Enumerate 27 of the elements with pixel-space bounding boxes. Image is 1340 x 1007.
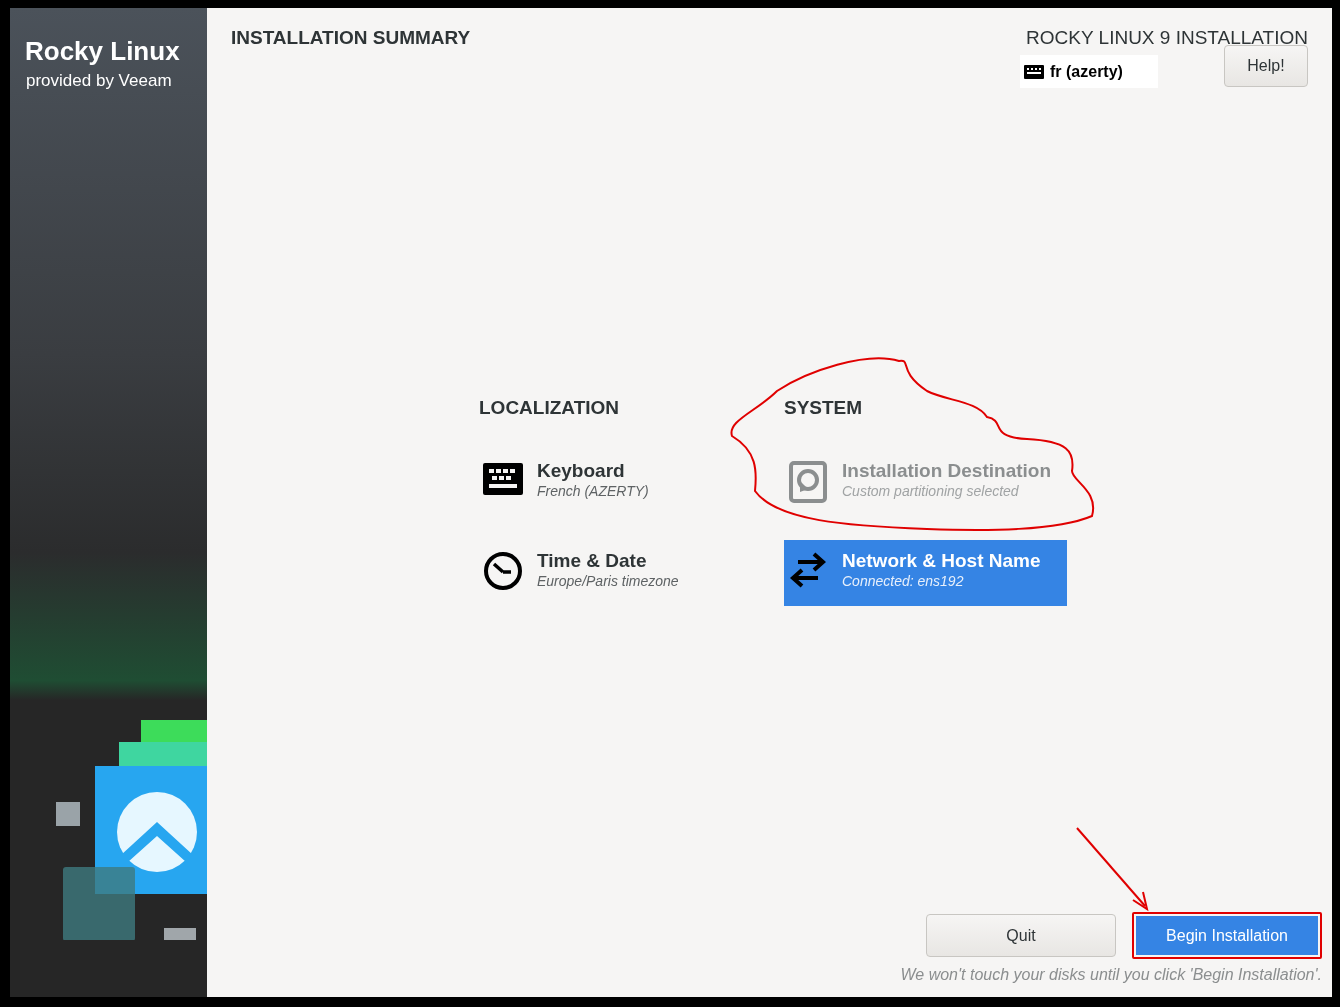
summary-spoke[interactable]: Network & Host Name Connected: ens192	[784, 540, 1067, 606]
keyboard-layout-label: fr (azerty)	[1050, 61, 1123, 82]
spoke-status: Europe/Paris timezone	[537, 572, 679, 591]
network-arrows-icon	[788, 551, 828, 589]
keyboard-icon	[1024, 63, 1044, 80]
clock-icon	[483, 551, 523, 591]
spoke-title: Network & Host Name	[842, 549, 1041, 573]
spoke-title: Keyboard	[537, 459, 626, 483]
spoke-status: Connected: ens192	[842, 572, 965, 591]
brand-subtitle: provided by Veeam	[26, 72, 172, 89]
summary-spoke[interactable]: Time & Date Europe/Paris timezone	[479, 540, 762, 606]
spoke-status: Custom partitioning selected	[842, 482, 1020, 501]
page-title: INSTALLATION SUMMARY	[231, 28, 471, 50]
keyboard-icon	[483, 461, 523, 497]
disk-safety-note: We won't touch your disks until you click 'Begin Installation'.	[900, 967, 1322, 983]
spoke-title: Time & Date	[537, 549, 648, 573]
category-heading: LOCALIZATION	[479, 398, 620, 417]
help-button[interactable]: Help!	[1224, 45, 1308, 87]
summary-spoke[interactable]: Keyboard French (AZERTY)	[479, 450, 762, 516]
spoke-title: Installation Destination	[842, 459, 1052, 483]
keyboard-layout-indicator[interactable]: fr (azerty)	[1020, 55, 1158, 88]
spoke-status: French (AZERTY)	[537, 482, 649, 501]
product-title: ROCKY LINUX 9 INSTALLATION	[1026, 28, 1308, 47]
brand-name: Rocky Linux	[25, 38, 180, 64]
category-heading: SYSTEM	[784, 398, 864, 417]
begin-installation-button[interactable]: Begin Installation	[1132, 912, 1322, 959]
quit-button[interactable]: Quit	[926, 914, 1116, 957]
